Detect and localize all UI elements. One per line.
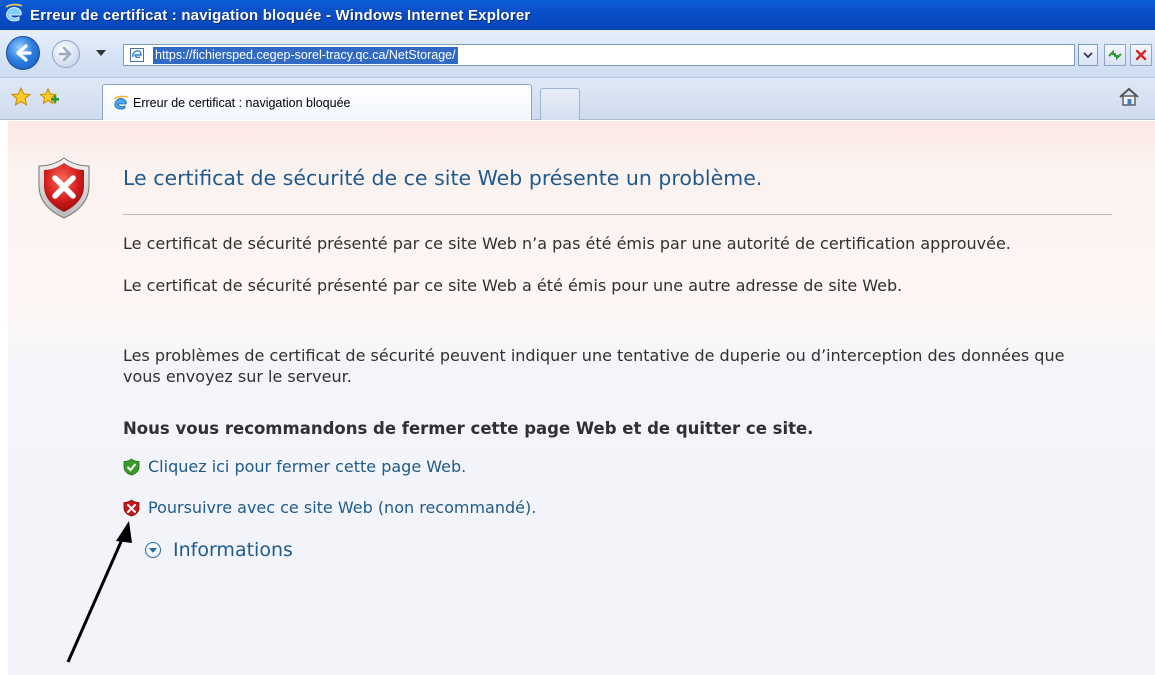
continue-to-site-link[interactable]: Poursuivre avec ce site Web (non recomma…: [123, 498, 536, 517]
more-information-toggle[interactable]: Informations: [145, 539, 293, 561]
recent-pages-dropdown[interactable]: [96, 50, 106, 56]
shield-check-icon: [123, 457, 140, 475]
tab-label: Erreur de certificat : navigation bloqué…: [133, 95, 351, 110]
divider: [123, 214, 1112, 215]
recommendation-text: Nous vous recommandons de fermer cette p…: [123, 419, 814, 438]
address-dropdown-button[interactable]: [1078, 44, 1098, 66]
stop-button[interactable]: [1130, 44, 1152, 66]
close-page-link[interactable]: Cliquez ici pour fermer cette page Web.: [123, 457, 466, 476]
url-text[interactable]: https://fichiersped.cegep-sorel-tracy.qc…: [153, 46, 458, 64]
shield-error-icon: [123, 498, 140, 516]
risk-explanation: Les problèmes de certificat de sécurité …: [123, 346, 1065, 386]
ie-logo-icon: [4, 3, 24, 27]
tab-bar: Erreur de certificat : navigation bloqué…: [0, 78, 1155, 120]
forward-button[interactable]: [52, 40, 80, 68]
new-tab-button[interactable]: [540, 88, 580, 120]
issue-address-mismatch: Le certificat de sécurité présenté par c…: [123, 276, 903, 295]
back-button[interactable]: [6, 36, 40, 70]
more-information-label[interactable]: Informations: [173, 539, 293, 561]
forward-arrow-icon: [58, 46, 72, 62]
home-icon: [1119, 87, 1139, 106]
add-favorite-icon: [39, 87, 59, 105]
continue-to-site-link-text[interactable]: Poursuivre avec ce site Web (non recomma…: [148, 498, 536, 517]
error-page-content: Le certificat de sécurité de ce site Web…: [8, 121, 1155, 675]
stop-x-icon: [1135, 49, 1147, 61]
star-icon: [10, 86, 32, 107]
navigation-bar: https://fichiersped.cegep-sorel-tracy.qc…: [0, 30, 1155, 78]
issue-untrusted-authority: Le certificat de sécurité présenté par c…: [123, 234, 1011, 253]
refresh-button[interactable]: [1104, 44, 1126, 66]
back-arrow-icon: [16, 44, 32, 62]
tab-certificate-error[interactable]: Erreur de certificat : navigation bloqué…: [102, 84, 532, 120]
refresh-icon: [1108, 49, 1122, 61]
close-page-link-text[interactable]: Cliquez ici pour fermer cette page Web.: [148, 457, 466, 476]
chevron-down-icon: [1083, 52, 1093, 59]
title-bar: Erreur de certificat : navigation bloqué…: [0, 0, 1155, 30]
expand-circle-icon: [145, 542, 161, 558]
window-title: Erreur de certificat : navigation bloqué…: [30, 6, 531, 24]
ie-page-icon: [113, 95, 129, 109]
address-bar[interactable]: https://fichiersped.cegep-sorel-tracy.qc…: [123, 44, 1075, 66]
add-favorite-button[interactable]: [38, 86, 60, 112]
ie-page-icon: [127, 45, 147, 65]
shield-error-icon: [36, 156, 92, 224]
home-button[interactable]: [1117, 86, 1141, 112]
favorites-button[interactable]: [10, 86, 32, 112]
page-title: Le certificat de sécurité de ce site Web…: [123, 166, 763, 190]
